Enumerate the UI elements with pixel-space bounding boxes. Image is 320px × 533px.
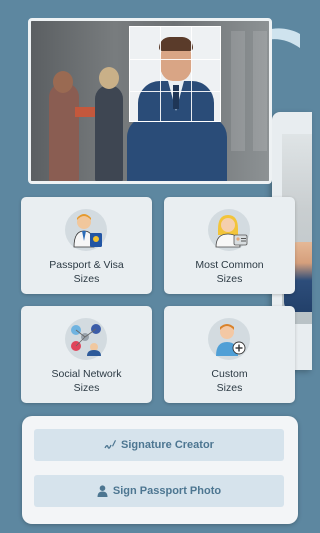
signature-creator-label: Signature Creator: [121, 439, 214, 451]
tile-label: Custom Sizes: [211, 368, 248, 394]
user-icon: [97, 485, 108, 497]
sign-passport-photo-button[interactable]: Sign Passport Photo: [34, 475, 284, 507]
tile-label: Most Common Sizes: [195, 259, 264, 285]
actions-panel: Signature Creator Sign Passport Photo: [22, 416, 298, 524]
signature-creator-button[interactable]: Signature Creator: [34, 429, 284, 461]
hero-photo-card: [28, 18, 272, 184]
face-crop-frame: [129, 26, 221, 122]
custom-size-person-icon: [208, 318, 250, 360]
signature-pen-icon: [104, 439, 117, 451]
social-network-icon: [65, 318, 107, 360]
tile-most-common-sizes[interactable]: Most Common Sizes: [164, 197, 295, 294]
sign-passport-photo-label: Sign Passport Photo: [112, 485, 222, 497]
id-card-woman-icon: [208, 209, 250, 251]
tile-passport-visa-sizes[interactable]: Passport & Visa Sizes: [21, 197, 152, 294]
tile-label: Social Network Sizes: [51, 368, 122, 394]
tile-label: Passport & Visa Sizes: [49, 259, 124, 285]
passport-officer-icon: [65, 209, 107, 251]
tile-social-network-sizes[interactable]: Social Network Sizes: [21, 306, 152, 403]
tile-custom-sizes[interactable]: Custom Sizes: [164, 306, 295, 403]
